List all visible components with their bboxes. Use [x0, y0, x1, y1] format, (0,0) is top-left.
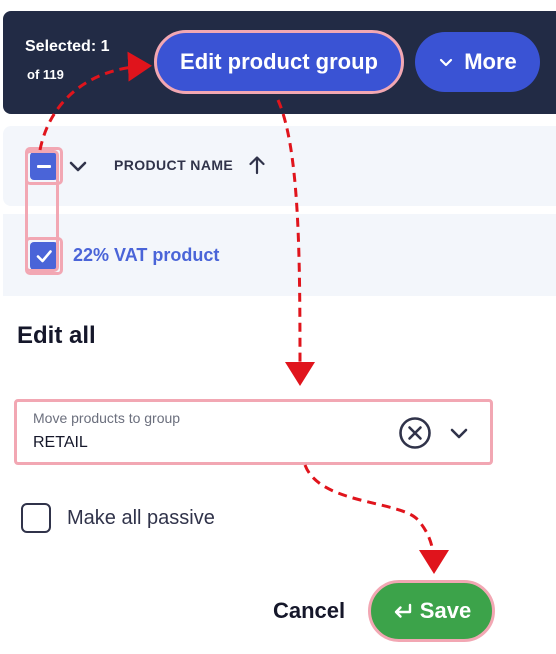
edit-all-heading: Edit all: [17, 322, 96, 349]
indeterminate-checkbox-icon: [30, 152, 58, 180]
chevron-down-icon[interactable]: [448, 422, 470, 444]
cancel-button[interactable]: Cancel: [273, 598, 345, 624]
more-button[interactable]: More: [415, 32, 540, 92]
save-label: Save: [419, 598, 472, 623]
column-header-product-name[interactable]: PRODUCT NAME: [114, 157, 233, 173]
selected-count: Selected: 1: [25, 38, 110, 55]
select-all-checkbox[interactable]: [25, 147, 63, 185]
move-to-group-value: RETAIL: [33, 434, 88, 451]
arrow-field-to-save: [303, 464, 449, 574]
bulk-edit-view: Selected: 1 of 119 Edit product group Mo…: [0, 0, 556, 654]
product-name-link[interactable]: 22% VAT product: [73, 245, 219, 266]
make-all-passive-checkbox[interactable]: [21, 503, 51, 533]
check-icon: [30, 242, 58, 270]
chevron-down-icon: [440, 58, 453, 67]
clear-circle-icon[interactable]: [398, 416, 432, 450]
make-all-passive-label: Make all passive: [67, 506, 215, 529]
arrow-up-icon[interactable]: [246, 154, 268, 176]
enter-return-icon: [394, 603, 411, 618]
table-header: PRODUCT NAME: [3, 126, 556, 206]
row-checkbox[interactable]: [25, 237, 63, 275]
move-to-group-select[interactable]: Move products to group RETAIL: [14, 399, 493, 465]
edit-product-group-label: Edit product group: [180, 49, 378, 74]
selected-total: of 119: [27, 67, 64, 82]
save-button[interactable]: Save: [368, 580, 495, 642]
edit-product-group-button[interactable]: Edit product group: [154, 30, 404, 94]
move-to-group-label: Move products to group: [33, 410, 181, 426]
chevron-down-icon[interactable]: [67, 155, 89, 177]
make-all-passive-option[interactable]: Make all passive: [21, 503, 215, 533]
table-row[interactable]: 22% VAT product: [3, 214, 556, 296]
more-label: More: [464, 49, 517, 74]
